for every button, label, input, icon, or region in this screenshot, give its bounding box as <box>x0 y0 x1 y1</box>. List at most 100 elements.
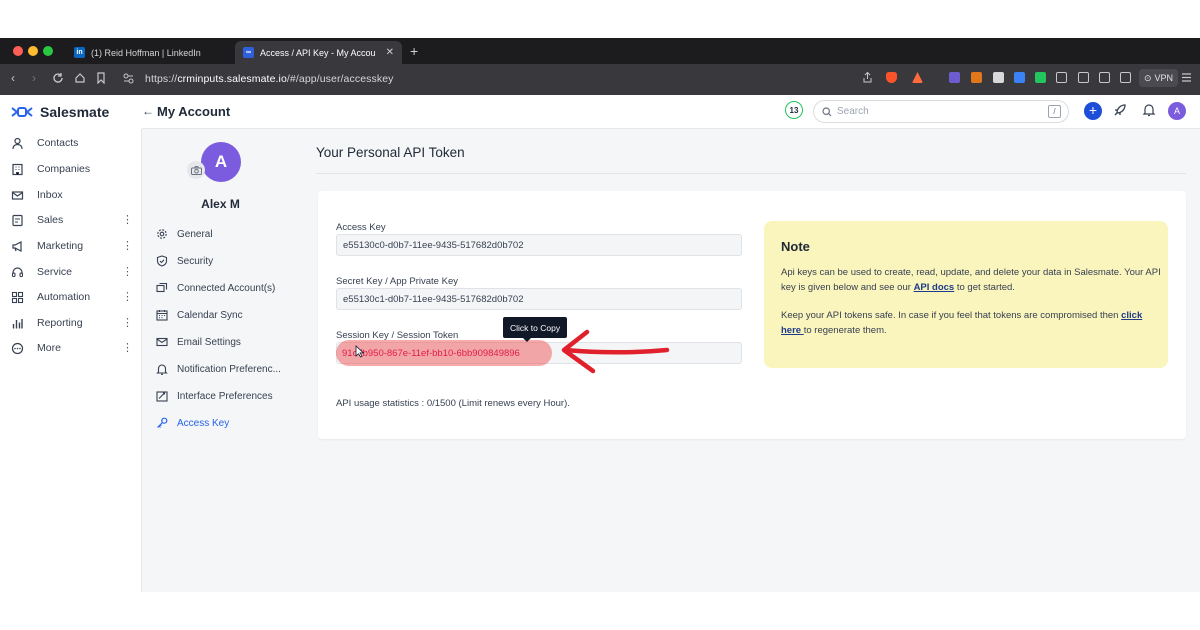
sidebar-item-label: Sales <box>37 214 64 226</box>
sidebar-toggle-icon[interactable] <box>1099 72 1110 83</box>
sales-icon <box>12 214 23 226</box>
user-avatar[interactable]: A <box>1168 102 1186 120</box>
sidebar-item-automation[interactable]: Automation ⋮ <box>0 286 142 308</box>
extension-d-icon[interactable] <box>949 72 960 83</box>
new-tab-button[interactable]: + <box>410 43 418 59</box>
extension-envelope-icon[interactable] <box>993 72 1004 83</box>
forward-icon[interactable]: › <box>32 71 36 85</box>
section-title: Your Personal API Token <box>316 145 465 160</box>
extension-bracket-icon[interactable] <box>1078 72 1089 83</box>
note-text: Keep your API tokens safe. In case if yo… <box>781 310 1122 321</box>
bell-icon <box>156 364 168 375</box>
menu-item-notification-preferences[interactable]: Notification Preferenc... <box>156 360 281 378</box>
note-box: Note Api keys can be used to create, rea… <box>764 221 1168 368</box>
more-options-icon[interactable]: ⋮ <box>122 239 133 252</box>
menu-item-security[interactable]: Security <box>156 252 213 270</box>
more-options-icon[interactable]: ⋮ <box>122 341 133 354</box>
api-usage-stats: API usage statistics : 0/1500 (Limit ren… <box>336 398 570 409</box>
sidebar-item-label: Contacts <box>37 137 79 149</box>
search-box[interactable]: / <box>813 100 1069 123</box>
reload-icon[interactable] <box>52 72 64 84</box>
sidebar-item-contacts[interactable]: Contacts <box>0 132 142 154</box>
sidebar-item-label: Inbox <box>37 189 63 201</box>
tab-title: Access / API Key - My Accou <box>260 47 376 58</box>
linkedin-icon: in <box>74 47 85 58</box>
address-bar[interactable]: https://crminputs.salesmate.io/#/app/use… <box>145 73 393 85</box>
secret-key-field[interactable]: e55130c1-d0b7-11ee-9435-517682d0b702 <box>336 288 742 310</box>
tab-linkedin[interactable]: in (1) Reid Hoffman | LinkedIn <box>66 41 232 64</box>
sidebar-item-sales[interactable]: Sales ⋮ <box>0 209 142 231</box>
metamask-icon[interactable] <box>971 72 982 83</box>
tab-access-key[interactable]: ∞ Access / API Key - My Accou ✕ <box>235 41 402 64</box>
building-icon <box>12 163 23 175</box>
menu-item-label: Calendar Sync <box>177 309 243 321</box>
session-key-value[interactable]: 91c7b950-867e-11ef-bb10-6bb909849896 <box>342 348 520 359</box>
search-icon <box>822 106 832 116</box>
sidebar-item-reporting[interactable]: Reporting ⋮ <box>0 312 142 334</box>
tab-bar: in (1) Reid Hoffman | LinkedIn ∞ Access … <box>0 38 1200 64</box>
rocket-icon[interactable] <box>1113 103 1127 117</box>
back-icon[interactable]: ‹ <box>11 71 15 85</box>
url-path: /#/app/user/accesskey <box>286 73 394 85</box>
interface-icon <box>156 391 168 402</box>
menu-item-label: Interface Preferences <box>177 390 273 402</box>
sidebar-item-more[interactable]: More ⋮ <box>0 337 142 359</box>
minimize-window-button[interactable] <box>28 46 38 56</box>
bell-icon[interactable] <box>1142 103 1156 117</box>
maximize-window-button[interactable] <box>43 46 53 56</box>
page-title: My Account <box>157 104 231 119</box>
back-arrow-icon[interactable]: ← <box>142 104 154 118</box>
bookmark-icon[interactable] <box>96 72 106 84</box>
search-shortcut-key: / <box>1048 105 1061 118</box>
access-key-field[interactable]: e55130c0-d0b7-11ee-9435-517682d0b702 <box>336 234 742 256</box>
sidebar-item-companies[interactable]: Companies <box>0 158 142 180</box>
calendar-icon <box>156 310 168 321</box>
vpn-button[interactable]: ⊙ VPN <box>1139 69 1179 87</box>
menu-item-general[interactable]: General <box>156 225 213 243</box>
person-icon <box>12 137 23 149</box>
search-input[interactable] <box>837 106 1037 117</box>
url-prefix: https:// <box>145 73 178 85</box>
menu-item-interface-preferences[interactable]: Interface Preferences <box>156 387 273 405</box>
menu-item-connected-accounts[interactable]: Connected Account(s) <box>156 279 275 297</box>
sidebar-item-label: Automation <box>37 291 91 303</box>
home-icon[interactable] <box>74 72 86 84</box>
more-options-icon[interactable]: ⋮ <box>122 290 133 303</box>
menu-item-calendar-sync[interactable]: Calendar Sync <box>156 306 243 324</box>
change-photo-button[interactable] <box>187 161 205 179</box>
hamburger-menu-icon[interactable] <box>1181 72 1192 83</box>
more-options-icon[interactable]: ⋮ <box>122 265 133 278</box>
main-sidebar: Contacts Companies Inbox Sales ⋮ Marketi… <box>0 129 142 592</box>
extension-l-icon[interactable] <box>1035 72 1046 83</box>
wallet-icon[interactable] <box>1120 72 1131 83</box>
add-button[interactable]: + <box>1084 102 1102 120</box>
menu-item-label: Notification Preferenc... <box>177 363 281 375</box>
menu-item-label: Access Key <box>177 417 230 429</box>
secret-key-label: Secret Key / App Private Key <box>336 276 458 287</box>
brave-shield-icon[interactable] <box>886 72 897 83</box>
sidebar-item-service[interactable]: Service ⋮ <box>0 261 142 283</box>
menu-item-email-settings[interactable]: Email Settings <box>156 333 241 351</box>
close-tab-icon[interactable]: ✕ <box>386 47 394 58</box>
brave-rewards-icon[interactable] <box>912 72 923 83</box>
more-options-icon[interactable]: ⋮ <box>122 316 133 329</box>
close-window-button[interactable] <box>13 46 23 56</box>
extensions-puzzle-icon[interactable] <box>1056 72 1067 83</box>
sidebar-item-label: Reporting <box>37 317 83 329</box>
note-paragraph-2: Keep your API tokens safe. In case if yo… <box>781 308 1161 338</box>
more-options-icon[interactable]: ⋮ <box>122 213 133 226</box>
sidebar-item-inbox[interactable]: Inbox <box>0 184 142 206</box>
extension-tag-icon[interactable] <box>1014 72 1025 83</box>
brand[interactable]: Salesmate <box>0 95 142 129</box>
headset-icon <box>11 266 24 277</box>
share-icon[interactable] <box>862 72 873 83</box>
sidebar-item-marketing[interactable]: Marketing ⋮ <box>0 235 142 257</box>
site-settings-icon[interactable] <box>123 73 134 84</box>
notification-count-badge[interactable]: 13 <box>785 101 803 119</box>
menu-item-label: Security <box>177 255 214 267</box>
sidebar-item-label: More <box>37 342 61 354</box>
api-docs-link[interactable]: API docs <box>914 282 955 293</box>
megaphone-icon <box>12 240 22 252</box>
automation-icon <box>11 291 24 303</box>
menu-item-access-key[interactable]: Access Key <box>156 414 229 432</box>
